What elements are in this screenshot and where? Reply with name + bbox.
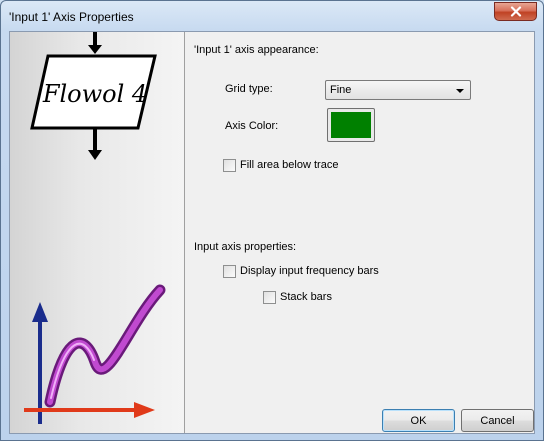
cancel-button[interactable]: Cancel: [461, 409, 534, 432]
banner-illustration: Flowol 4: [24, 32, 166, 424]
display-bars-checkbox[interactable]: [223, 265, 236, 278]
close-icon: [510, 6, 521, 17]
fill-area-checkbox[interactable]: [223, 159, 236, 172]
axis-color-swatch: [331, 112, 371, 138]
input-axis-heading: Input axis properties:: [194, 241, 297, 253]
axis-color-label: Axis Color:: [225, 120, 279, 132]
stack-bars-label[interactable]: Stack bars: [280, 291, 332, 303]
appearance-heading: 'Input 1' axis appearance:: [194, 44, 319, 56]
graph-illustration: [24, 284, 166, 424]
fill-area-label[interactable]: Fill area below trace: [240, 159, 338, 171]
dialog-window: 'Input 1' Axis Properties Flowol 4 'Inpu…: [0, 0, 544, 441]
side-banner: Flowol 4: [10, 32, 185, 433]
dialog-client-area: Flowol 4 'Input 1' axis appearance: Grid…: [9, 31, 535, 434]
flowol-logo: Flowol 4: [30, 32, 157, 160]
window-title: 'Input 1' Axis Properties: [9, 10, 134, 24]
axis-color-button[interactable]: [327, 108, 375, 142]
display-bars-label[interactable]: Display input frequency bars: [240, 265, 379, 277]
ok-button[interactable]: OK: [382, 409, 455, 432]
chevron-down-icon: [456, 89, 464, 93]
stack-bars-checkbox[interactable]: [263, 291, 276, 304]
grid-type-select[interactable]: Fine: [325, 80, 471, 100]
grid-type-value: Fine: [330, 84, 352, 96]
title-bar[interactable]: 'Input 1' Axis Properties: [1, 1, 543, 33]
close-button[interactable]: [494, 2, 537, 21]
grid-type-label: Grid type:: [225, 83, 273, 95]
logo-text: Flowol 4: [42, 80, 147, 108]
